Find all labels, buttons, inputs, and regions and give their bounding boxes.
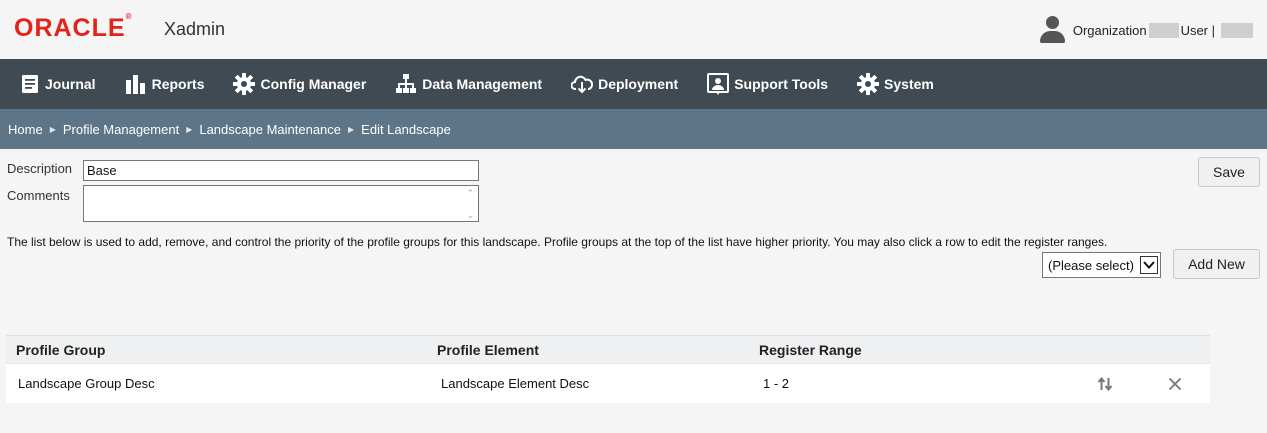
user-avatar-icon: [1039, 16, 1065, 44]
breadcrumb-separator-icon: ▶: [49, 124, 56, 134]
app-name: Xadmin: [164, 19, 226, 39]
chevron-down-icon[interactable]: [1140, 256, 1158, 274]
delete-row-icon[interactable]: [1168, 364, 1182, 403]
table-row[interactable]: Landscape Group Desc Landscape Element D…: [6, 363, 1210, 403]
breadcrumb-separator-icon: ▶: [186, 124, 193, 134]
breadcrumb-profile-management[interactable]: Profile Management: [63, 122, 179, 137]
nav-support-tools[interactable]: Support Tools: [707, 73, 828, 95]
main-nav: Journal Reports Config Manager Data Mana…: [0, 59, 1267, 109]
nav-journal[interactable]: Journal: [20, 74, 96, 94]
save-button[interactable]: Save: [1198, 157, 1260, 187]
description-input[interactable]: [83, 160, 479, 181]
scroll-down-icon[interactable]: ⌄: [467, 211, 475, 220]
breadcrumb-landscape-maintenance[interactable]: Landscape Maintenance: [199, 122, 341, 137]
table-header: Profile Group Profile Element Register R…: [6, 335, 1210, 363]
breadcrumb-separator-icon: ▶: [348, 124, 355, 134]
select-value: (Please select): [1048, 257, 1134, 273]
nav-deployment[interactable]: Deployment: [571, 74, 678, 94]
comments-label: Comments: [7, 188, 70, 203]
column-header-profile-element: Profile Element: [437, 341, 539, 358]
oracle-logo: ORACLE®: [14, 12, 132, 42]
register-range-cell: 1 - 2: [763, 376, 790, 391]
column-header-register-range: Register Range: [759, 341, 862, 358]
user-value-redacted: [1221, 22, 1253, 38]
breadcrumb-edit-landscape: Edit Landscape: [361, 121, 451, 137]
hierarchy-icon: [396, 74, 417, 93]
reorder-icon[interactable]: [1097, 364, 1113, 403]
gear-icon: [857, 73, 880, 95]
gear-icon: [233, 73, 256, 95]
profile-groups-table: Profile Group Profile Element Register R…: [6, 335, 1210, 403]
instructions-text: The list below is used to add, remove, a…: [7, 235, 1108, 249]
user-label: User |: [1180, 22, 1215, 38]
top-header: ORACLE® Xadmin Organization User |: [0, 0, 1267, 59]
breadcrumb: Home ▶ Profile Management ▶ Landscape Ma…: [0, 109, 1267, 149]
support-icon: [707, 73, 730, 95]
user-info[interactable]: Organization User |: [1039, 16, 1253, 44]
nav-system[interactable]: System: [857, 73, 934, 95]
breadcrumb-home[interactable]: Home: [8, 122, 43, 137]
nav-data-management[interactable]: Data Management: [395, 73, 542, 95]
bar-chart-icon: [125, 75, 145, 94]
textarea-scrollbar[interactable]: ⌃ ⌄: [465, 189, 476, 220]
add-new-button[interactable]: Add New: [1173, 249, 1260, 279]
cloud-download-icon: [571, 75, 594, 94]
journal-icon: [22, 75, 38, 93]
organization-label: Organization: [1072, 22, 1147, 38]
profile-element-cell: Landscape Element Desc: [441, 376, 590, 391]
scroll-up-icon[interactable]: ⌃: [467, 189, 475, 198]
description-label: Description: [7, 161, 73, 176]
organization-value-redacted: [1148, 22, 1179, 38]
comments-textarea[interactable]: ⌃ ⌄: [83, 185, 479, 222]
column-header-profile-group: Profile Group: [16, 341, 106, 358]
profile-group-select[interactable]: (Please select): [1042, 252, 1161, 278]
nav-reports[interactable]: Reports: [125, 74, 204, 94]
nav-config-manager[interactable]: Config Manager: [233, 73, 366, 95]
profile-group-cell: Landscape Group Desc: [18, 376, 155, 391]
